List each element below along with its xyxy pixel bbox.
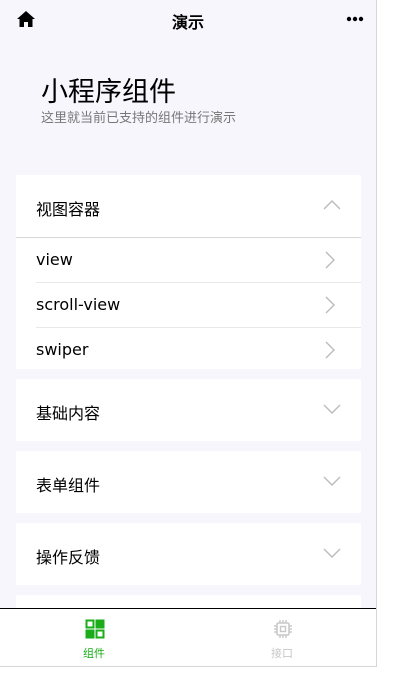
phone-screen: 演示 小程序组件 这里就当前已支持的组件进行演示 视图容器 view scrol… bbox=[0, 0, 377, 667]
page-title: 小程序组件 bbox=[41, 77, 176, 108]
tab-components[interactable]: 组件 bbox=[0, 609, 188, 666]
list-item-view[interactable]: view bbox=[36, 238, 361, 283]
page-header: 小程序组件 这里就当前已支持的组件进行演示 bbox=[41, 76, 236, 128]
section-label: 操作反馈 bbox=[36, 548, 101, 567]
chevron-up-icon bbox=[323, 200, 341, 210]
tab-label: 接口 bbox=[271, 647, 293, 660]
chevron-down-icon bbox=[323, 476, 341, 486]
chevron-down-icon bbox=[323, 548, 341, 558]
section-header-feedback[interactable]: 操作反馈 bbox=[16, 523, 361, 585]
section-header-form-components[interactable]: 表单组件 bbox=[16, 451, 361, 513]
list-item-label: view bbox=[36, 250, 73, 269]
section-basic-content[interactable]: 基础内容 bbox=[16, 379, 361, 441]
tab-bar: 组件 接口 bbox=[0, 608, 376, 666]
more-icon[interactable] bbox=[346, 16, 364, 22]
chevron-right-icon bbox=[325, 251, 335, 269]
section-label: 视图容器 bbox=[36, 200, 101, 219]
list-item-swiper[interactable]: swiper bbox=[36, 328, 361, 372]
list-item-label: scroll-view bbox=[36, 295, 121, 314]
grid-icon bbox=[85, 619, 105, 639]
section-label: 基础内容 bbox=[36, 404, 101, 423]
section-view-containers: 视图容器 view scroll-view swiper bbox=[16, 175, 361, 369]
section-header-basic-content[interactable]: 基础内容 bbox=[16, 379, 361, 441]
tab-label: 组件 bbox=[83, 647, 105, 660]
chevron-right-icon bbox=[325, 296, 335, 314]
section-form-components[interactable]: 表单组件 bbox=[16, 451, 361, 513]
section-feedback[interactable]: 操作反馈 bbox=[16, 523, 361, 585]
chevron-down-icon bbox=[323, 404, 341, 414]
page-nav-title: 演示 bbox=[171, 13, 204, 32]
list-item-label: swiper bbox=[36, 340, 89, 359]
chip-icon bbox=[274, 620, 292, 638]
page-description: 这里就当前已支持的组件进行演示 bbox=[41, 111, 237, 126]
section-header-view-containers[interactable]: 视图容器 bbox=[16, 175, 361, 238]
section-label: 表单组件 bbox=[36, 476, 101, 495]
navigation-bar: 演示 bbox=[0, 0, 376, 38]
tab-api[interactable]: 接口 bbox=[188, 609, 376, 666]
chevron-right-icon bbox=[325, 341, 335, 359]
list-item-scroll-view[interactable]: scroll-view bbox=[36, 283, 361, 328]
